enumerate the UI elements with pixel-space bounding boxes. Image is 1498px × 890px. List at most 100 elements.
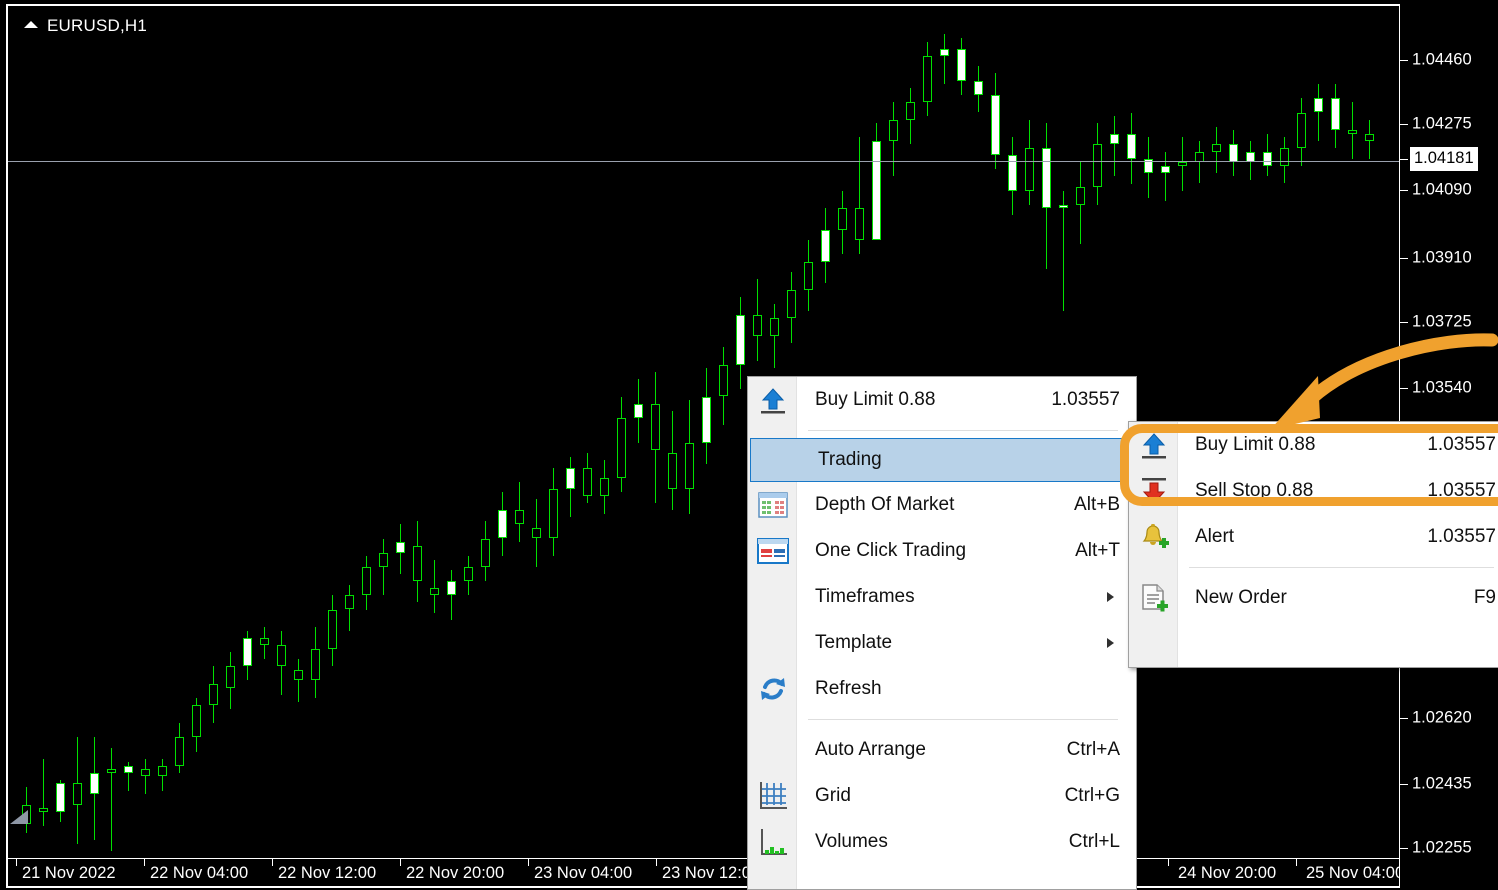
candle-body	[158, 766, 167, 777]
price-label: 1.03540	[1412, 379, 1472, 398]
context-menu-item-buy-limit-0-88[interactable]: Buy Limit 0.881.03557	[748, 377, 1136, 423]
candle-wick	[43, 759, 44, 826]
time-label: 22 Nov 20:00	[406, 864, 504, 883]
candle-body	[379, 553, 388, 567]
candle-body	[345, 595, 354, 609]
metatrader-screenshot: EURUSD,H1 21 Nov 202222 Nov 04:0022 Nov …	[0, 0, 1498, 890]
menu-item-label: Grid	[815, 785, 851, 807]
time-tick	[528, 859, 529, 866]
candle-body	[1110, 134, 1119, 145]
candle-body	[1059, 205, 1068, 209]
price-label: 1.02620	[1412, 709, 1472, 728]
buy-limit-arrow-up-icon	[756, 383, 790, 417]
context-menu-item-refresh[interactable]: Refresh	[748, 666, 1136, 712]
submenu-item-buy-limit-0-88[interactable]: Buy Limit 0.881.03557	[1129, 422, 1498, 468]
context-menu-item-timeframes[interactable]: Timeframes	[748, 574, 1136, 620]
context-menu-item-trading[interactable]: Trading	[750, 438, 1134, 482]
candle-body	[736, 315, 745, 365]
submenu-item-label: Alert	[1195, 526, 1234, 548]
menu-item-label: Template	[815, 632, 892, 654]
context-menu-item-grid[interactable]: GridCtrl+G	[748, 773, 1136, 819]
candle-body	[175, 737, 184, 765]
price-tick	[1400, 190, 1408, 191]
candle-body	[549, 489, 558, 539]
candle-body	[787, 290, 796, 318]
context-menu-item-volumes[interactable]: VolumesCtrl+L	[748, 819, 1136, 865]
price-tick	[1400, 718, 1408, 719]
menu-item-accelerator: Ctrl+L	[1069, 831, 1120, 853]
candle-wick	[451, 570, 452, 620]
candle-wick	[1114, 116, 1115, 176]
candle-body	[1161, 166, 1170, 173]
time-axis[interactable]: 21 Nov 202222 Nov 04:0022 Nov 12:0022 No…	[8, 858, 1400, 888]
candle-body	[940, 49, 949, 56]
candle-body	[651, 404, 660, 450]
candle-body	[209, 684, 218, 705]
submenu-item-accelerator: F9	[1474, 587, 1496, 609]
candle-body	[90, 773, 99, 794]
price-label: 1.02255	[1412, 839, 1472, 858]
menu-item-accelerator: Ctrl+A	[1067, 739, 1120, 761]
candle-wick	[111, 748, 112, 851]
submenu-item-new-order[interactable]: New OrderF9	[1129, 575, 1498, 621]
refresh-icon	[756, 672, 790, 706]
candle-body	[39, 808, 48, 812]
submenu-item-sell-stop-0-88[interactable]: Sell Stop 0.881.03557	[1129, 468, 1498, 514]
candle-body	[141, 769, 150, 776]
candle-body	[430, 588, 439, 595]
candle-body	[498, 510, 507, 538]
time-tick	[1168, 859, 1169, 866]
submenu-items: Buy Limit 0.881.03557Sell Stop 0.881.035…	[1129, 422, 1498, 621]
chart-minimize-triangle-icon	[24, 21, 38, 28]
chart-context-menu[interactable]: Buy Limit 0.881.03557 Trading Depth Of Mar…	[747, 376, 1137, 890]
trading-submenu[interactable]: Buy Limit 0.881.03557Sell Stop 0.881.035…	[1128, 421, 1498, 668]
candle-body	[617, 418, 626, 478]
menu-separator	[808, 719, 1118, 720]
menu-item-label: Timeframes	[815, 586, 915, 608]
price-label: 1.02435	[1412, 775, 1472, 794]
candle-body	[634, 404, 643, 418]
candle-body	[73, 783, 82, 804]
one-click-trading-icon	[756, 534, 790, 568]
candle-body	[1331, 98, 1340, 130]
candle-body	[362, 567, 371, 595]
price-tick	[1400, 124, 1408, 125]
candle-body	[277, 645, 286, 666]
candle-body	[447, 581, 456, 595]
candle-body	[583, 468, 592, 496]
candle-body	[1365, 134, 1374, 141]
context-menu-item-template[interactable]: Template	[748, 620, 1136, 666]
alert-bell-icon	[1137, 520, 1171, 554]
context-menu-item-auto-arrange[interactable]: Auto ArrangeCtrl+A	[748, 727, 1136, 773]
price-label: 1.04090	[1412, 181, 1472, 200]
time-label: 22 Nov 12:00	[278, 864, 376, 883]
new-order-document-icon	[1137, 581, 1171, 615]
chart-scroll-indicator[interactable]	[10, 810, 28, 824]
menu-separator	[808, 430, 1118, 431]
price-tick	[1400, 322, 1408, 323]
candle-body	[260, 638, 269, 645]
candle-body	[770, 318, 779, 336]
context-menu-items: Buy Limit 0.881.03557 Trading Depth Of Mar…	[748, 377, 1136, 865]
candle-wick	[944, 34, 945, 84]
submenu-item-alert[interactable]: Alert1.03557	[1129, 514, 1498, 560]
context-menu-item-depth-of-market[interactable]: Depth Of MarketAlt+B	[748, 482, 1136, 528]
menu-item-label: Buy Limit 0.88	[815, 389, 935, 411]
time-label: 22 Nov 04:00	[150, 864, 248, 883]
price-tick	[1400, 258, 1408, 259]
candle-body	[243, 638, 252, 666]
candle-body	[957, 49, 966, 81]
candle-body	[413, 546, 422, 582]
candle-body	[821, 230, 830, 262]
candle-body	[56, 783, 65, 811]
menu-item-accelerator: Alt+B	[1074, 494, 1120, 516]
candle-body	[192, 705, 201, 737]
candle-body	[226, 666, 235, 687]
context-menu-item-one-click-trading[interactable]: One Click TradingAlt+T	[748, 528, 1136, 574]
time-tick	[16, 859, 17, 866]
candle-body	[923, 56, 932, 102]
price-tick	[1400, 784, 1408, 785]
menu-item-label: Trading	[818, 449, 882, 471]
candle-body	[1314, 98, 1323, 112]
candle-body	[991, 95, 1000, 155]
